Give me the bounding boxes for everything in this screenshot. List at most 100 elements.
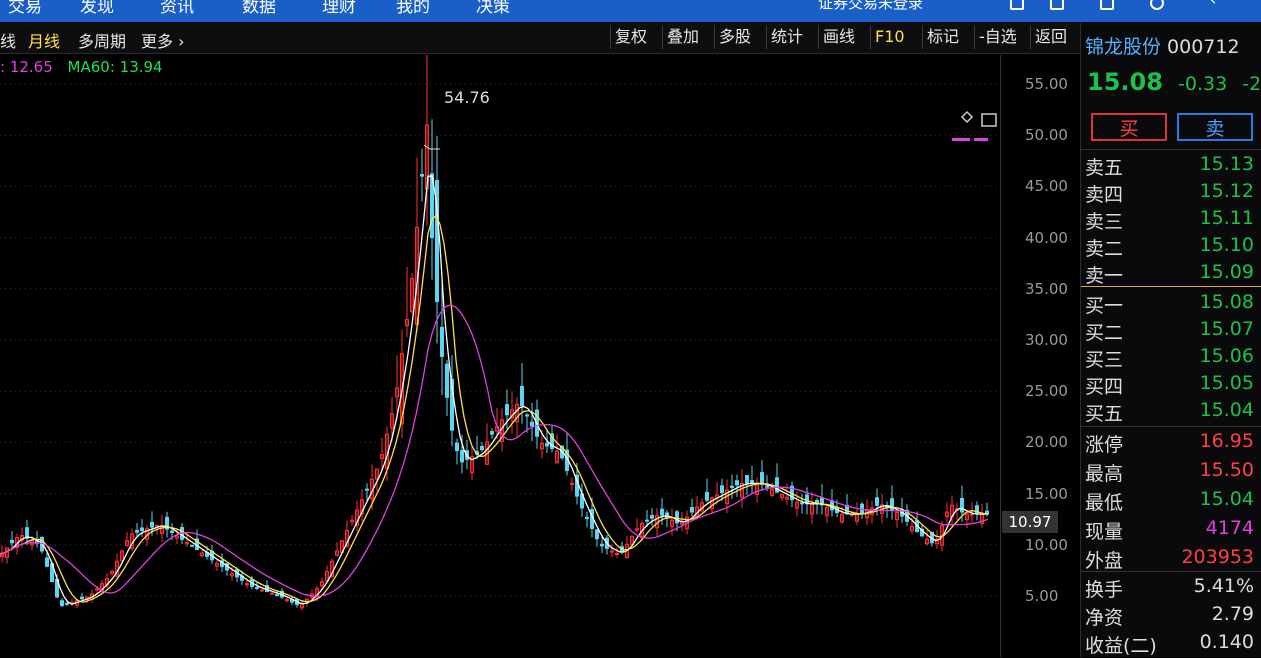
stat-label: 涨停 <box>1085 434 1124 456</box>
marker-icon-2 <box>974 138 988 141</box>
ask-row[interactable]: 卖二 15.10 <box>1085 234 1260 260</box>
more-menu[interactable]: 更多 › <box>141 28 185 52</box>
window-icon[interactable] <box>1010 0 1024 10</box>
nav-discover[interactable]: 发现 <box>80 0 114 17</box>
candlestick-chart[interactable] <box>0 55 1080 657</box>
bid-price: 15.07 <box>1199 318 1254 340</box>
candle-body <box>730 485 734 488</box>
candle-body <box>960 497 964 513</box>
ma10-line <box>0 214 989 603</box>
ask-row[interactable]: 卖四 15.12 <box>1085 180 1260 206</box>
nav-data[interactable]: 数据 <box>242 0 276 17</box>
ask-row[interactable]: 卖一 15.09 <box>1085 261 1260 287</box>
buy-button[interactable]: 买 <box>1091 113 1167 141</box>
stats2-divider <box>1081 571 1261 572</box>
candle-body <box>170 530 174 534</box>
multi-period[interactable]: 多周期 <box>78 28 126 52</box>
ask-label: 卖一 <box>1085 265 1124 287</box>
stat-row: 外盘 203953 <box>1085 546 1260 572</box>
stat-label: 最高 <box>1085 463 1124 485</box>
candle-body <box>490 431 494 435</box>
candle-body <box>735 480 739 486</box>
book-divider <box>1081 286 1261 287</box>
candle-body <box>660 508 664 516</box>
nav-finance[interactable]: 理财 <box>322 0 356 17</box>
candle-body <box>665 512 669 519</box>
stat-label: 净资 <box>1085 607 1124 629</box>
mark-button[interactable]: 标记 <box>922 25 963 49</box>
bid-row[interactable]: 买三 15.06 <box>1085 345 1260 371</box>
statistics-button[interactable]: 统计 <box>766 25 807 49</box>
multi-stock-button[interactable]: 多股 <box>714 25 755 49</box>
top-nav: 交易 发现 资讯 数据 理财 我的 决策 证券交易未登录 ‹ <box>0 0 1261 22</box>
candle-body <box>635 528 639 531</box>
candle-body <box>690 506 694 513</box>
bid-price: 15.04 <box>1199 399 1254 421</box>
candle-body <box>800 502 804 505</box>
user-icon[interactable] <box>1150 0 1164 10</box>
nav-news[interactable]: 资讯 <box>160 0 194 17</box>
nav-trade[interactable]: 交易 <box>8 0 42 17</box>
back-button[interactable]: 返回 <box>1030 25 1071 49</box>
ask-price: 15.13 <box>1199 153 1254 175</box>
restore-rights-button[interactable]: 复权 <box>610 25 651 49</box>
price-change-pct: -2.1 <box>1242 73 1261 95</box>
price-change: -0.33 <box>1178 73 1228 95</box>
sell-button[interactable]: 卖 <box>1177 113 1253 141</box>
back-arrow-icon[interactable]: ‹ <box>1210 0 1216 9</box>
stat-label: 换手 <box>1085 579 1124 601</box>
y-tick-label: 5.00 <box>1025 587 1059 605</box>
save-icon[interactable] <box>1100 0 1114 10</box>
candle-body <box>745 474 749 484</box>
y-tick-label: 35.00 <box>1025 279 1068 298</box>
period-line[interactable]: 线 <box>0 28 16 52</box>
candle-body <box>520 385 524 407</box>
candle-body <box>600 543 604 547</box>
nav-decision[interactable]: 决策 <box>476 0 510 17</box>
candle-body <box>460 450 464 463</box>
stat-row: 收益(二) 0.140 <box>1085 631 1260 657</box>
ask-row[interactable]: 卖五 15.13 <box>1085 153 1260 179</box>
stat-value: 16.95 <box>1199 430 1254 452</box>
ask-row[interactable]: 卖三 15.11 <box>1085 207 1260 233</box>
bid-row[interactable]: 买一 15.08 <box>1085 291 1260 317</box>
bid-label: 买五 <box>1085 403 1124 425</box>
ask-price: 15.11 <box>1199 207 1254 229</box>
candle-body <box>875 497 879 506</box>
y-tick-label: 15.00 <box>1025 484 1068 503</box>
draw-line-button[interactable]: 画线 <box>818 25 859 49</box>
candle-body <box>365 488 369 491</box>
login-status[interactable]: 证券交易未登录 <box>818 0 923 13</box>
candle-body <box>765 485 769 488</box>
candles <box>0 55 989 611</box>
candle-body <box>585 516 589 519</box>
period-monthly[interactable]: 月线 <box>28 28 60 52</box>
remove-watchlist-button[interactable]: -自选 <box>974 25 1021 49</box>
ask-price: 15.09 <box>1199 261 1254 283</box>
overlay-button[interactable]: 叠加 <box>662 25 703 49</box>
marker-icon <box>952 138 970 141</box>
nav-mine[interactable]: 我的 <box>396 0 430 17</box>
stat-label: 最低 <box>1085 492 1124 514</box>
candle-body <box>975 505 979 515</box>
bid-row[interactable]: 买二 15.07 <box>1085 318 1260 344</box>
layout-icon[interactable] <box>1050 0 1064 10</box>
quote-panel: 锦龙股份000712 15.08 -0.33 -2.1 买 卖 卖五15.13卖… <box>1080 23 1261 657</box>
candle-body <box>545 443 549 447</box>
bid-price: 15.06 <box>1199 345 1254 367</box>
candle-body <box>285 599 289 602</box>
candle-body <box>275 594 279 597</box>
bid-row[interactable]: 买五 15.04 <box>1085 399 1260 425</box>
ask-label: 卖二 <box>1085 238 1124 260</box>
stat-value: 0.140 <box>1199 631 1254 653</box>
candle-body <box>970 513 974 516</box>
stats-divider <box>1081 426 1261 427</box>
candle-body <box>80 596 84 600</box>
candle-body <box>645 519 649 522</box>
f10-button[interactable]: F10 <box>870 25 909 49</box>
stock-title[interactable]: 锦龙股份 000712 <box>1085 32 1240 59</box>
bid-row[interactable]: 买四 15.05 <box>1085 372 1260 398</box>
chart-tools-icons <box>952 110 997 141</box>
y-tick-label: 30.00 <box>1025 331 1068 349</box>
stock-code: 000712 <box>1167 36 1240 58</box>
